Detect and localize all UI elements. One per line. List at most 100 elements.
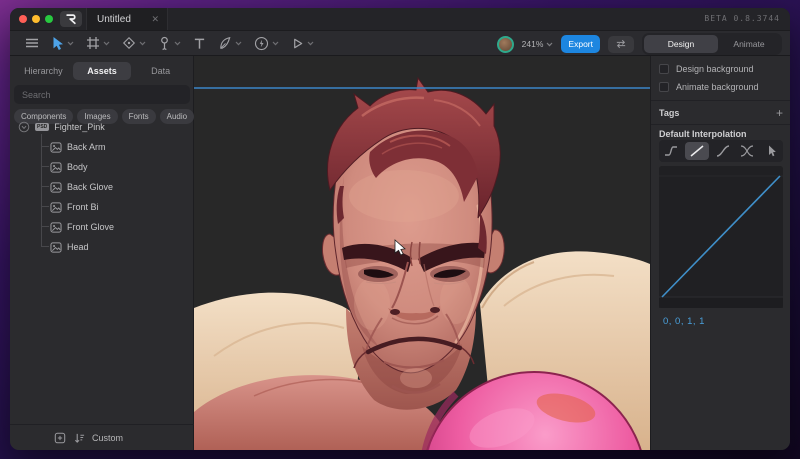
inspector-panel: Design background Animate background Tag…	[650, 56, 790, 450]
filter-fonts[interactable]: Fonts	[121, 109, 156, 124]
animate-background-label: Animate background	[676, 82, 759, 92]
chevron-down-icon	[103, 41, 110, 45]
psd-badge: PSD	[35, 123, 50, 131]
tab-close-icon[interactable]: ✕	[151, 14, 167, 25]
export-button[interactable]: Export	[561, 35, 600, 53]
titlebar: Untitled ✕ BETA 0.8.3744	[10, 8, 790, 30]
interp-linear-button[interactable]	[685, 142, 709, 160]
interpolation-buttons	[659, 140, 783, 162]
tab-hierarchy[interactable]: Hierarchy	[14, 62, 73, 80]
tree-item-label: Back Arm	[67, 142, 106, 152]
tree-item-label: Head	[67, 242, 89, 252]
add-square-icon[interactable]	[54, 432, 66, 444]
design-background-label: Design background	[676, 64, 754, 74]
document-tab-title: Untitled	[97, 13, 131, 25]
events-tool-button[interactable]	[249, 33, 284, 54]
swap-arrows-icon	[616, 39, 626, 49]
tree-root-label: Fighter_Pink	[54, 122, 105, 132]
design-background-checkbox[interactable]	[659, 64, 669, 74]
publish-button[interactable]	[608, 35, 634, 53]
main-menu-button[interactable]	[20, 34, 44, 52]
image-icon	[50, 181, 62, 193]
curve-graph	[659, 166, 783, 308]
bone-tool-button[interactable]	[153, 33, 186, 54]
panel-tabs: Hierarchy Assets Data	[14, 61, 190, 81]
lightning-circle-icon	[254, 36, 269, 50]
search-input[interactable]	[14, 85, 190, 104]
filter-audio[interactable]: Audio	[159, 109, 195, 124]
interp-hold-icon	[665, 146, 677, 156]
chevron-down-icon	[272, 41, 279, 45]
interp-custom-button[interactable]	[759, 142, 783, 160]
play-tool-button[interactable]	[286, 34, 319, 53]
animate-background-checkbox[interactable]	[659, 82, 669, 92]
interpolation-header: Default Interpolation	[659, 129, 747, 139]
zoom-level-value: 241%	[521, 39, 544, 49]
fullscreen-window-button[interactable]	[45, 15, 53, 23]
image-icon	[50, 141, 62, 153]
tree-item-label: Front Bi	[67, 202, 99, 212]
app-logo-button[interactable]	[60, 11, 82, 27]
interp-hold-button[interactable]	[659, 142, 683, 160]
interpolation-curve-editor[interactable]	[659, 166, 783, 308]
interp-cursor-icon	[769, 145, 776, 157]
tab-data[interactable]: Data	[131, 62, 190, 80]
play-triangle-icon	[294, 38, 303, 48]
tree-item-label: Front Glove	[67, 222, 115, 232]
tab-assets[interactable]: Assets	[72, 62, 132, 80]
character-artwork	[194, 56, 650, 450]
select-tool-button[interactable]	[46, 33, 79, 54]
minimize-window-button[interactable]	[32, 15, 40, 23]
interp-elastic-button[interactable]	[735, 142, 759, 160]
bone-icon	[161, 36, 168, 50]
tree-row-body[interactable]: Body	[50, 158, 88, 176]
tree-item-label: Back Glove	[67, 182, 114, 192]
tags-header: Tags	[659, 108, 680, 118]
rive-logo-icon	[66, 14, 76, 25]
image-icon	[50, 241, 62, 253]
interpolation-header-row: Default Interpolation	[659, 129, 747, 139]
divider	[651, 100, 790, 101]
tree-row-back-arm[interactable]: Back Arm	[50, 138, 106, 156]
custom-order-label[interactable]: Custom	[92, 433, 123, 443]
add-tag-button[interactable]: +	[776, 106, 783, 120]
chevron-down-icon	[139, 41, 146, 45]
interp-linear-icon	[690, 145, 704, 157]
tree-row-back-glove[interactable]: Back Glove	[50, 178, 113, 196]
document-tab[interactable]: Untitled ✕	[86, 8, 168, 30]
assets-panel: Hierarchy Assets Data Components Images …	[10, 56, 209, 450]
tree-connector	[41, 146, 49, 147]
artboard-tool-button[interactable]	[81, 33, 115, 53]
tree-row-head[interactable]: Head	[50, 238, 89, 256]
user-avatar[interactable]	[496, 35, 514, 53]
chevron-down-icon	[67, 41, 74, 45]
tree-row-front-bi[interactable]: Front Bi	[50, 198, 99, 216]
beta-version-label: BETA 0.8.3744	[704, 14, 780, 23]
pen-tool-button[interactable]	[213, 33, 247, 53]
chevron-down-icon	[546, 42, 553, 46]
interp-cubic-button[interactable]	[711, 142, 735, 160]
desktop: { "titlebar": { "tab_title": "Untitled",…	[0, 0, 800, 459]
divider	[651, 124, 790, 125]
shapes-diamond-icon	[122, 36, 136, 50]
tree-connector	[41, 186, 49, 187]
animate-mode-button[interactable]: Animate	[718, 35, 780, 53]
text-tool-button[interactable]	[188, 34, 211, 53]
sort-order-icon[interactable]	[74, 432, 85, 444]
tree-row-front-glove[interactable]: Front Glove	[50, 218, 114, 236]
image-icon	[50, 221, 62, 233]
select-cursor-icon	[53, 36, 63, 50]
zoom-level-control[interactable]: 241%	[522, 39, 554, 49]
design-mode-button[interactable]: Design	[644, 35, 718, 53]
chevron-down-icon	[174, 41, 181, 45]
tree-row-root[interactable]: PSD Fighter_Pink	[18, 118, 105, 136]
expand-chevron-icon[interactable]	[18, 121, 30, 133]
chevron-down-icon	[235, 41, 242, 45]
tree-connector	[41, 134, 42, 247]
close-window-button[interactable]	[19, 15, 27, 23]
toolbar: 241% Export Design Animate	[10, 30, 790, 56]
shapes-tool-button[interactable]	[117, 33, 151, 53]
tree-item-label: Body	[67, 162, 88, 172]
canvas-viewport[interactable]	[194, 56, 650, 450]
mode-toggle: Design Animate	[642, 33, 782, 55]
